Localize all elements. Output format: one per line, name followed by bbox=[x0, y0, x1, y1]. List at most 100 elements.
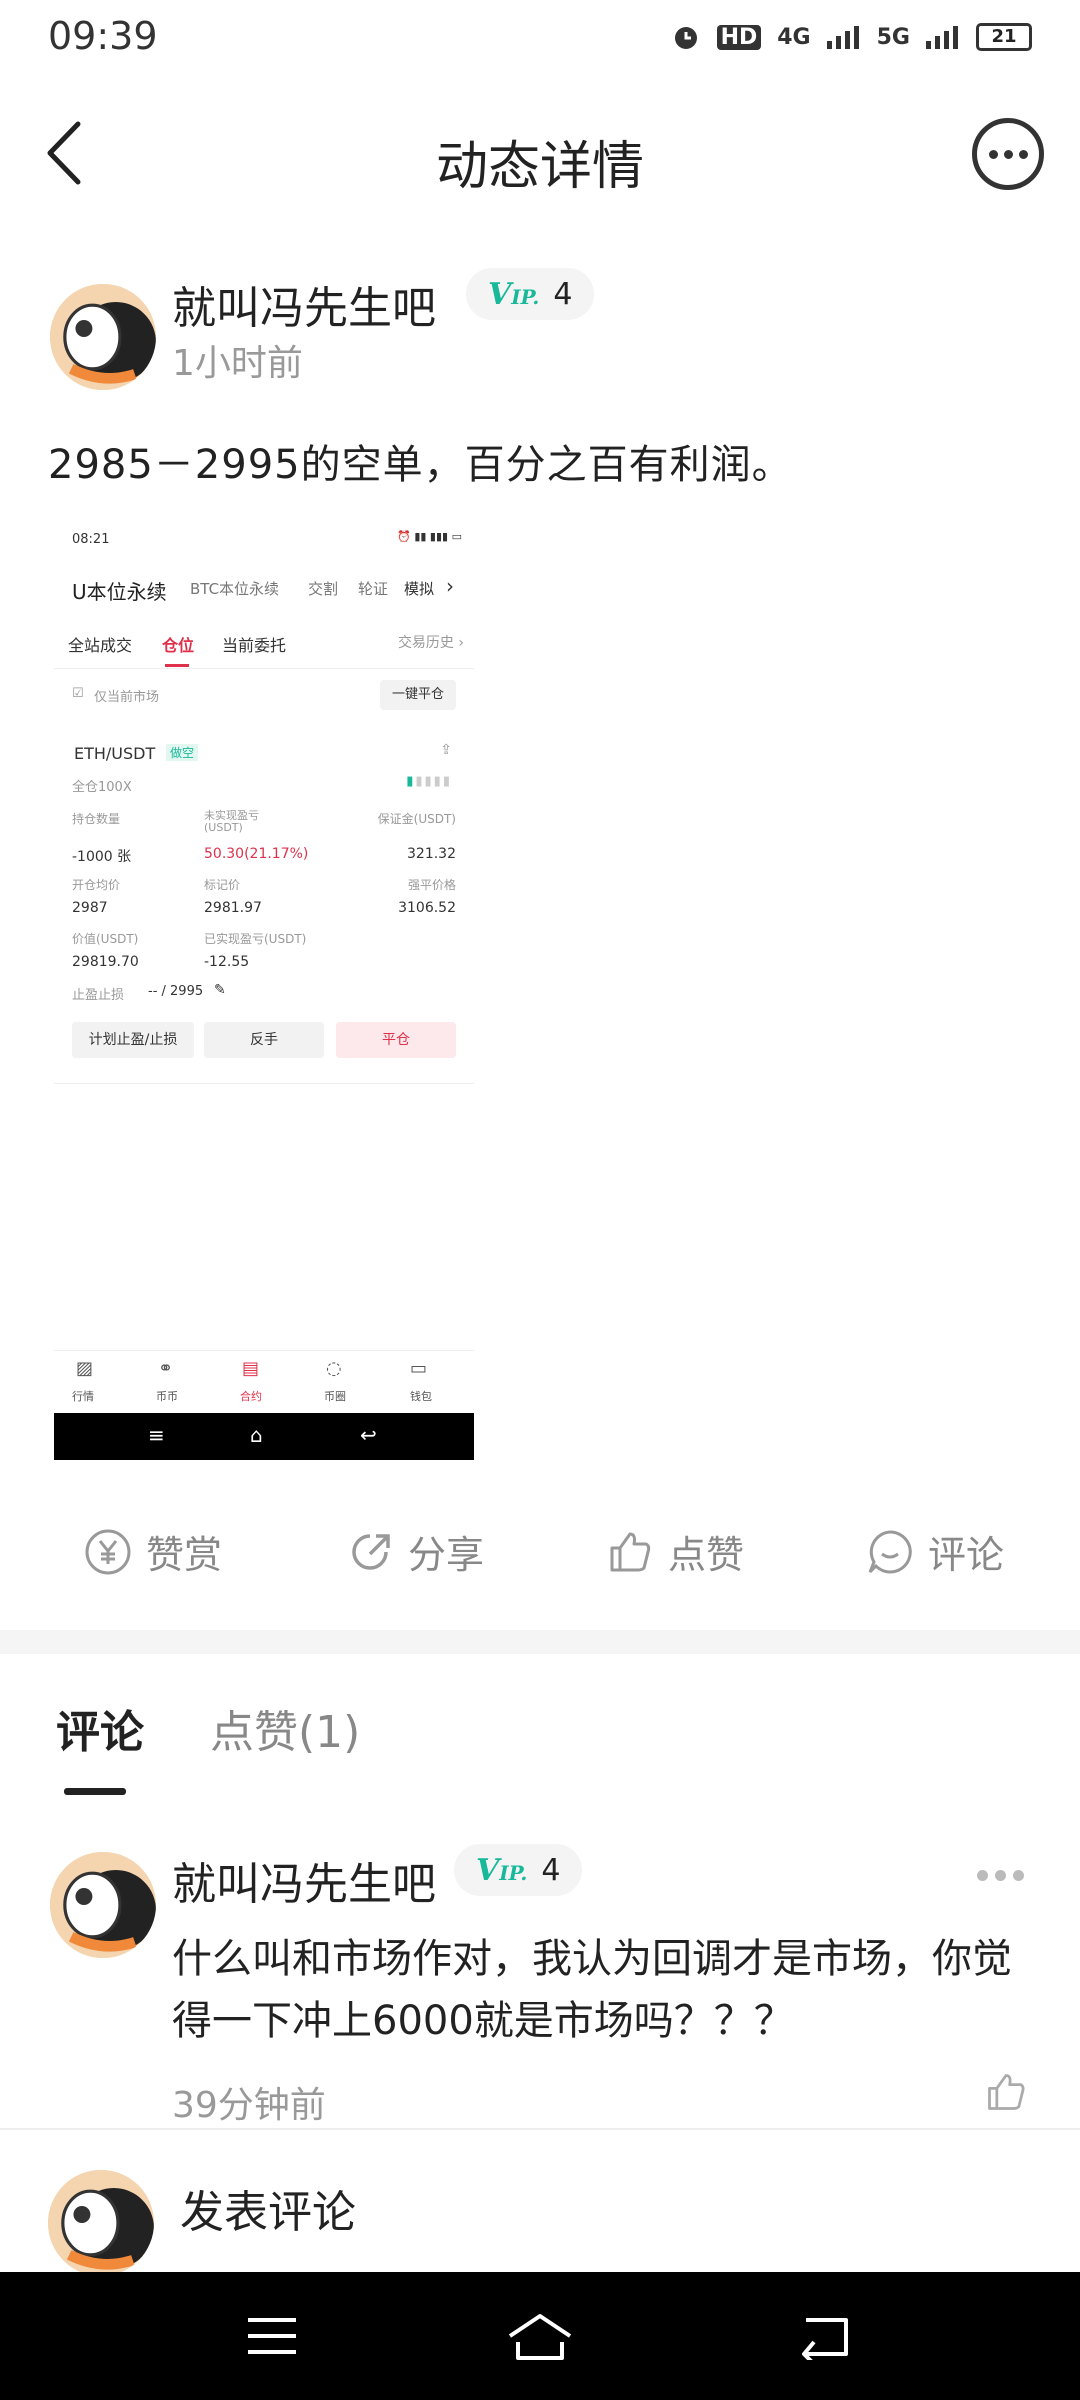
like-label: 点赞 bbox=[668, 1533, 745, 1577]
comment-like-icon[interactable] bbox=[984, 2070, 1028, 2114]
shot-filter-label: 仅当前市场 bbox=[94, 690, 160, 705]
shot-wallet-icon: ▭ bbox=[410, 1358, 428, 1379]
status-icons: HD 4G 5G 21 bbox=[671, 22, 1032, 52]
shot-value-liq: 3106.52 bbox=[398, 900, 456, 916]
vip-level: 4 bbox=[541, 1852, 561, 1888]
vip-level: 4 bbox=[553, 276, 573, 312]
status-bar: 09:39 HD 4G 5G 21 bbox=[0, 0, 1080, 84]
comment-more-button[interactable] bbox=[977, 1870, 1024, 1881]
shot-chat-icon: ◌ bbox=[326, 1358, 342, 1379]
shot-bt-circle: 币圈 bbox=[324, 1390, 346, 1403]
shot-bt-contract: 合约 bbox=[240, 1390, 262, 1403]
shot-btn-close: 平仓 bbox=[336, 1022, 456, 1058]
shot-label-pnl: 未实现盈亏 (USDT) bbox=[204, 809, 259, 834]
yuan-icon bbox=[85, 1529, 131, 1574]
shot-level-bars: ▮▮▮▮▮ bbox=[406, 774, 452, 789]
like-button[interactable]: 点赞 bbox=[606, 1524, 744, 1579]
shot-direction: 做空 bbox=[166, 744, 199, 761]
shot-subtab-position: 仓位 bbox=[162, 636, 195, 655]
signal-icon bbox=[826, 26, 859, 49]
share-button[interactable]: 分享 bbox=[346, 1524, 484, 1579]
shot-value-qty: -1000 张 bbox=[72, 849, 132, 865]
thumbs-up-icon bbox=[610, 1532, 651, 1571]
shot-label-liq: 强平价格 bbox=[407, 878, 456, 892]
share-icon bbox=[352, 1533, 390, 1570]
shot-subtab-underline bbox=[165, 664, 189, 667]
menu-icon[interactable] bbox=[244, 2312, 300, 2360]
shot-tab-u: U本位永续 bbox=[72, 580, 167, 604]
shot-value-margin: 321.32 bbox=[407, 846, 456, 862]
shot-value-entry: 2987 bbox=[72, 900, 108, 916]
home-icon[interactable] bbox=[504, 2312, 576, 2364]
shot-value-pnl: 50.30(21.17%) bbox=[204, 846, 309, 862]
tab-likes[interactable]: 点赞(1) bbox=[210, 1696, 360, 1760]
shot-chevron-right-icon: › bbox=[446, 574, 454, 598]
shot-label-realized: 已实现盈亏(USDT) bbox=[204, 932, 307, 946]
vip-badge: VIP. 4 bbox=[466, 268, 595, 320]
back-nav-icon[interactable] bbox=[796, 2312, 852, 2360]
vip-icon: VIP. bbox=[488, 276, 540, 312]
shot-value-mark: 2981.97 bbox=[204, 900, 262, 916]
shot-value-tpsl: -- / 2995 bbox=[148, 984, 204, 999]
shot-status-icons: ⏰ ▮▮ ▮▮▮ ▭ bbox=[397, 530, 462, 543]
post-image[interactable]: 08:21 ⏰ ▮▮ ▮▮▮ ▭ U本位永续 BTC本位永续 交割 轮证 模拟 … bbox=[54, 518, 474, 1460]
more-options-button[interactable] bbox=[972, 118, 1044, 190]
commenter-name[interactable]: 就叫冯先生吧 bbox=[172, 1848, 436, 1912]
shot-label-entry: 开仓均价 bbox=[72, 878, 121, 892]
tab-underline bbox=[64, 1788, 126, 1795]
shot-bt-wallet: 钱包 bbox=[410, 1390, 432, 1403]
shot-time: 08:21 bbox=[72, 532, 110, 547]
system-nav-bar bbox=[0, 2272, 1080, 2400]
shot-coin-icon: ⚭ bbox=[158, 1358, 174, 1379]
shot-system-nav: ≡ ⌂ ↩ bbox=[54, 1413, 474, 1460]
comment-text: 什么叫和市场作对，我认为回调才是市场，你觉得一下冲上6000就是市场吗？？？ bbox=[172, 1936, 1012, 2044]
hd-indicator: HD bbox=[716, 24, 762, 50]
comment-time: 39分钟前 bbox=[172, 2085, 326, 2126]
network-5g: 5G bbox=[876, 24, 910, 50]
vip-icon: VIP. bbox=[476, 1852, 528, 1888]
shot-value-value: 29819.70 bbox=[72, 954, 139, 970]
reward-button[interactable]: 赞赏 bbox=[84, 1524, 222, 1579]
shot-subtab-all: 全站成交 bbox=[68, 636, 133, 655]
network-4g: 4G bbox=[777, 24, 811, 50]
shot-pair: ETH/USDT bbox=[74, 744, 156, 763]
shot-label-value: 价值(USDT) bbox=[72, 932, 139, 946]
shot-value-realized: -12.55 bbox=[204, 954, 250, 970]
header: 动态详情 bbox=[0, 100, 1080, 210]
comment-input[interactable]: 发表评论 bbox=[180, 2176, 356, 2240]
comment-input-bar: 发表评论 bbox=[0, 2128, 1080, 2276]
shot-bt-market: 行情 bbox=[72, 1390, 94, 1403]
shot-btn-tpsl: 计划止盈/止损 bbox=[72, 1022, 194, 1058]
shot-share-icon: ⇪ bbox=[440, 742, 452, 758]
shot-bt-coin: 币币 bbox=[156, 1390, 178, 1403]
my-avatar bbox=[48, 2170, 154, 2276]
commenter-avatar[interactable] bbox=[50, 1852, 156, 1958]
signal-icon-2 bbox=[926, 26, 958, 49]
post-content: 2985－2995的空单，百分之百有利润。 bbox=[48, 442, 793, 488]
shot-close-all: 一键平仓 bbox=[380, 680, 456, 710]
post-time: 1小时前 bbox=[172, 343, 303, 384]
comment-label: 评论 bbox=[928, 1533, 1005, 1577]
shot-tab-warrant: 轮证 bbox=[358, 580, 389, 598]
shot-label-tpsl: 止盈止损 bbox=[72, 988, 125, 1003]
shot-leverage: 全仓100X bbox=[72, 780, 132, 795]
shot-edit-icon: ✎ bbox=[214, 982, 226, 998]
author-avatar[interactable] bbox=[50, 284, 156, 390]
shot-filter-checkbox: ☑ bbox=[72, 686, 84, 701]
battery-icon: 21 bbox=[976, 23, 1032, 51]
shot-tab-btc: BTC本位永续 bbox=[190, 580, 280, 598]
tab-comments[interactable]: 评论 bbox=[56, 1696, 144, 1760]
comment-button[interactable]: 评论 bbox=[866, 1524, 1004, 1579]
commenter-vip-badge: VIP. 4 bbox=[454, 1844, 583, 1896]
shot-btn-reverse: 反手 bbox=[204, 1022, 324, 1058]
shot-tab-sim: 模拟 bbox=[404, 580, 435, 598]
shot-label-mark: 标记价 bbox=[204, 878, 241, 892]
shot-history: 交易历史 › bbox=[397, 635, 464, 651]
shot-label-margin: 保证金(USDT) bbox=[377, 812, 456, 826]
author-name[interactable]: 就叫冯先生吧 bbox=[172, 272, 436, 336]
shot-contract-icon: ▤ bbox=[242, 1358, 260, 1379]
share-label: 分享 bbox=[408, 1533, 485, 1577]
alarm-icon bbox=[674, 27, 697, 49]
status-time: 09:39 bbox=[48, 14, 158, 58]
reward-label: 赞赏 bbox=[146, 1533, 223, 1577]
